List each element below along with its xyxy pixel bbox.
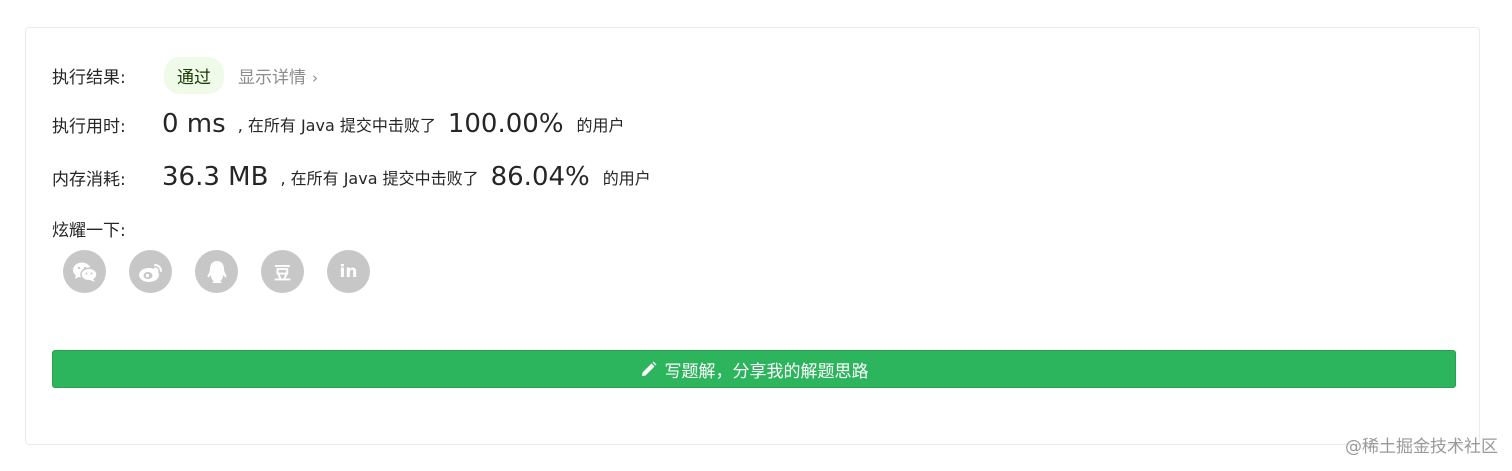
memory-row: 内存消耗: 36.3 MB , 在所有 Java 提交中击败了 86.04% 的… [52,162,663,192]
runtime-row: 执行用时: 0 ms , 在所有 Java 提交中击败了 100.00% 的用户 [52,109,637,139]
status-badge: 通过 [164,57,224,94]
runtime-label: 执行用时: [52,116,126,137]
runtime-percent: 100.00% [447,109,564,139]
result-label: 执行结果: [52,68,126,88]
memory-suffix: 的用户 [602,169,651,188]
submission-result-card: 执行结果: 通过 显示详情 › 执行用时: 0 ms , 在所有 Java 提交中… [25,27,1480,445]
memory-beat-text: , 在所有 Java 提交中击败了 [280,169,479,188]
memory-percent: 86.04% [490,162,590,192]
runtime-suffix: 的用户 [576,116,625,135]
share-row: 炫耀一下: [52,216,126,241]
weibo-share-button[interactable] [129,250,172,293]
memory-value: 36.3 MB [162,162,269,192]
share-icons: 豆 in [63,250,370,293]
qq-share-button[interactable] [195,250,238,293]
write-solution-button[interactable]: 写题解，分享我的解题思路 [52,350,1456,388]
wechat-icon [72,261,98,283]
qq-icon [206,260,228,284]
write-solution-label: 写题解，分享我的解题思路 [664,361,869,382]
chevron-right-icon: › [312,69,318,87]
runtime-beat-text: , 在所有 Java 提交中击败了 [237,116,436,135]
show-details-link[interactable]: 显示详情 › [238,63,318,88]
weibo-icon [138,261,164,283]
share-label: 炫耀一下: [52,221,126,241]
douban-icon: 豆 [274,264,291,284]
show-details-label: 显示详情 [238,68,306,88]
watermark: @稀土掘金技术社区 [1345,437,1498,457]
wechat-share-button[interactable] [63,250,106,293]
douban-share-button[interactable]: 豆 [261,250,304,293]
pencil-icon [640,361,657,378]
linkedin-icon: in [339,261,358,282]
memory-label: 内存消耗: [52,169,126,190]
runtime-value: 0 ms [162,109,226,139]
linkedin-share-button[interactable]: in [327,250,370,293]
result-row: 执行结果: 通过 显示详情 › [52,57,318,94]
